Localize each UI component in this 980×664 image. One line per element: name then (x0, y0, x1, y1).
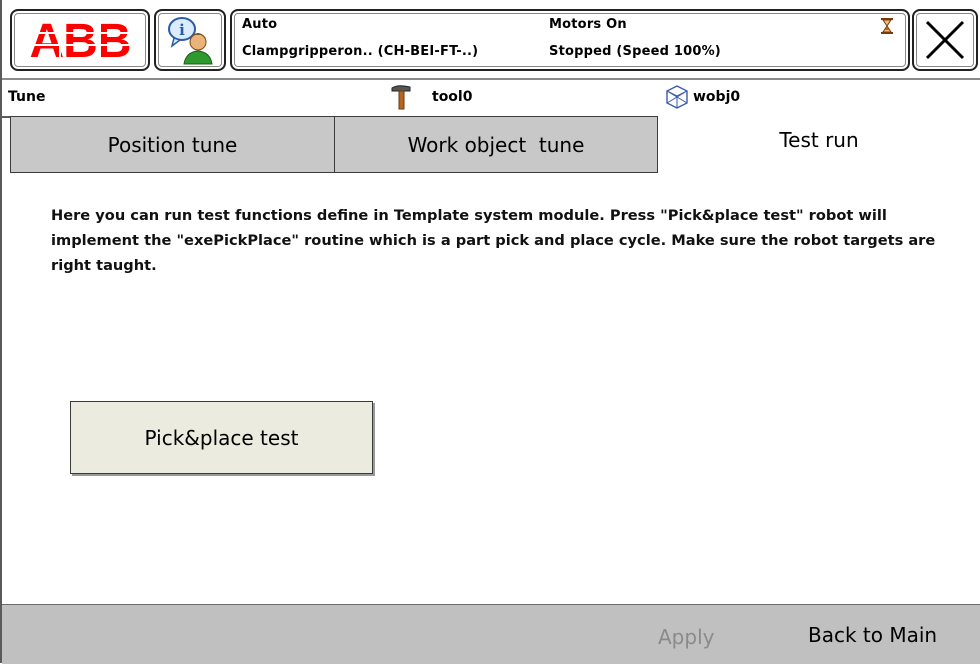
test-run-description: Here you can run test functions define i… (51, 207, 936, 274)
tab-position-tune[interactable]: Position tune (10, 116, 335, 173)
task-text: Clampgripperon.. (CH-BEI-FT-..) (242, 44, 479, 59)
tool-icon (391, 85, 411, 110)
wobj-icon (666, 85, 688, 109)
mode-text: Auto (242, 17, 278, 32)
pick-place-test-button[interactable]: Pick&place test (70, 401, 373, 474)
abb-menu-button[interactable]: ABB (10, 9, 150, 71)
top-status-bar: ABB i Auto Clampgripperon.. (CH-BEI-FT-.… (2, 0, 980, 76)
tab-label: Test run (779, 128, 859, 152)
tab-label: Position tune (107, 132, 238, 157)
svg-text:ABB: ABB (30, 18, 131, 62)
button-label: Pick&place test (144, 425, 299, 450)
hourglass-icon (881, 18, 893, 34)
tool-label[interactable]: tool0 (432, 89, 472, 105)
motors-state-text: Motors On (549, 17, 627, 32)
close-button[interactable] (912, 9, 978, 71)
user-info-icon: i (168, 17, 213, 65)
user-info-button[interactable]: i (154, 9, 226, 71)
close-icon (925, 20, 965, 60)
apply-button[interactable]: Apply (658, 625, 714, 649)
tab-label: Work object tune (407, 132, 585, 157)
abb-logo: ABB (19, 18, 141, 62)
status-panel[interactable]: Auto Clampgripperon.. (CH-BEI-FT-..) Mot… (230, 9, 910, 71)
tab-work-object-tune[interactable]: Work object tune (334, 116, 658, 173)
back-to-main-button[interactable]: Back to Main (808, 623, 937, 647)
tab-bar: Position tune Work object tune Test run (2, 116, 980, 174)
view-title: Tune (8, 89, 46, 105)
svg-text:i: i (179, 21, 185, 39)
wobj-label[interactable]: wobj0 (693, 89, 740, 105)
tab-test-run[interactable]: Test run (658, 116, 980, 173)
info-bar: Tune tool0 wobj0 (2, 78, 980, 118)
command-bar: Apply Back to Main (2, 604, 980, 664)
run-state-text: Stopped (Speed 100%) (549, 44, 721, 59)
